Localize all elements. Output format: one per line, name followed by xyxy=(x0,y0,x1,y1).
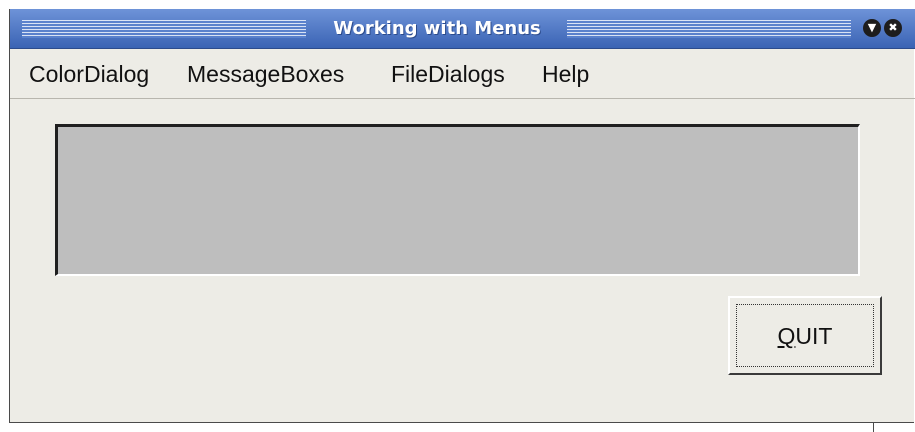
title-bar[interactable]: Working with Menus ▼ ✖ xyxy=(10,9,915,49)
window-corner-edge xyxy=(873,423,915,432)
menu-help[interactable]: Help xyxy=(542,49,589,99)
app-window: Working with Menus ▼ ✖ ColorDialog Messa… xyxy=(9,9,915,423)
menu-filedialogs[interactable]: FileDialogs xyxy=(391,49,505,99)
quit-mnemonic: Q xyxy=(777,323,796,349)
chevron-down-icon: ▼ xyxy=(867,21,877,34)
title-bar-stripes-right xyxy=(567,20,851,38)
window-title: Working with Menus xyxy=(333,18,541,39)
close-icon: ✖ xyxy=(888,21,898,34)
minimize-button[interactable]: ▼ xyxy=(863,19,881,37)
quit-button-label: QUIT xyxy=(736,304,874,367)
quit-button[interactable]: QUIT xyxy=(728,296,882,375)
menu-bar: ColorDialog MessageBoxes FileDialogs Hel… xyxy=(10,49,915,99)
close-button[interactable]: ✖ xyxy=(884,19,902,37)
menu-colordialog[interactable]: ColorDialog xyxy=(29,49,149,99)
output-display xyxy=(55,124,860,276)
title-bar-stripes-left xyxy=(22,20,306,38)
menu-messageboxes[interactable]: MessageBoxes xyxy=(187,49,344,99)
